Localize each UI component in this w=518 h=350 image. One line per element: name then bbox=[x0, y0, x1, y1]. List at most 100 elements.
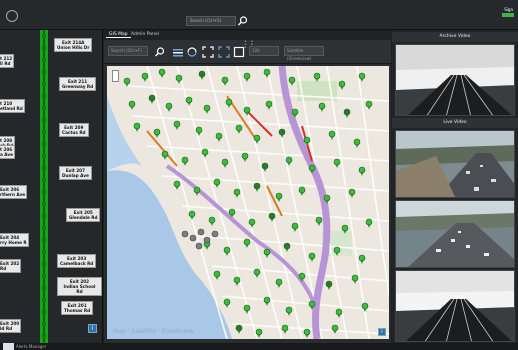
sensor-node[interactable] bbox=[42, 82, 46, 86]
sensor-pin[interactable] bbox=[233, 188, 241, 198]
info-button[interactable]: i bbox=[88, 324, 97, 333]
sensor-pin[interactable] bbox=[328, 130, 336, 140]
camera-pin[interactable] bbox=[203, 236, 211, 244]
sensor-pin[interactable] bbox=[303, 328, 311, 338]
exit-label[interactable]: Exit 206 rthern Ave bbox=[0, 185, 28, 199]
exit-label[interactable]: Exit 200 ld Rd bbox=[0, 319, 22, 333]
sensor-pin[interactable] bbox=[275, 278, 283, 288]
sensor-pin[interactable] bbox=[173, 120, 181, 130]
layer-select[interactable]: Satellite (Streetview) bbox=[284, 46, 324, 61]
sensor-pin[interactable] bbox=[221, 158, 229, 168]
sensor-node[interactable] bbox=[42, 34, 46, 38]
sensor-pin[interactable] bbox=[233, 276, 241, 286]
refresh-icon[interactable] bbox=[186, 46, 198, 58]
sensor-pin[interactable] bbox=[203, 104, 211, 114]
camera-pin[interactable] bbox=[181, 230, 189, 238]
sensor-pin[interactable] bbox=[335, 308, 343, 318]
sensor-pin[interactable] bbox=[331, 324, 339, 334]
sensor-pin[interactable] bbox=[265, 100, 273, 110]
sensor-pin[interactable] bbox=[263, 248, 271, 258]
sensor-pin[interactable] bbox=[235, 124, 243, 134]
exit-label[interactable]: Exit 214A Union Hills Dr bbox=[54, 38, 93, 52]
exit-label[interactable]: t 212 ll Rd bbox=[0, 54, 15, 68]
gis-map[interactable]: Map · Satellite · Streetview i bbox=[107, 66, 389, 339]
zoom-input[interactable]: 100 bbox=[249, 46, 279, 56]
app-menu-icon[interactable] bbox=[6, 10, 18, 22]
exit-label[interactable]: Exit 205 Glendale Rd bbox=[66, 208, 101, 222]
sensor-pin[interactable] bbox=[185, 96, 193, 106]
camera-pin[interactable] bbox=[211, 230, 219, 238]
sensor-pin[interactable] bbox=[223, 246, 231, 256]
sensor-node[interactable] bbox=[42, 46, 46, 50]
sensor-node[interactable] bbox=[42, 166, 46, 170]
sensor-pin[interactable] bbox=[338, 80, 346, 90]
sensor-pin[interactable] bbox=[208, 216, 216, 226]
map-info-button[interactable]: i bbox=[378, 328, 386, 336]
sensor-node[interactable] bbox=[42, 190, 46, 194]
sensor-pin[interactable] bbox=[275, 192, 283, 202]
sensor-node[interactable] bbox=[42, 250, 46, 254]
exit-label[interactable]: t 206 a Ave bbox=[0, 145, 15, 159]
camera-pin[interactable] bbox=[189, 234, 197, 242]
sensor-pin[interactable] bbox=[128, 100, 136, 110]
exit-label[interactable]: t 210 etland Rd bbox=[0, 99, 25, 113]
live-video-feed-2[interactable] bbox=[395, 200, 515, 268]
sensor-pin[interactable] bbox=[153, 128, 161, 138]
live-video-feed-1[interactable] bbox=[395, 130, 515, 198]
sensor-pin[interactable] bbox=[353, 138, 361, 148]
sensor-pin[interactable] bbox=[158, 68, 166, 78]
zoom-fit-icon[interactable] bbox=[233, 46, 245, 58]
sensor-pin[interactable] bbox=[133, 122, 141, 132]
sensor-node[interactable] bbox=[42, 274, 46, 278]
sensor-pin[interactable] bbox=[318, 102, 326, 112]
exit-label[interactable]: Exit 201 Thomas Rd bbox=[61, 301, 94, 315]
sensor-node[interactable] bbox=[42, 178, 46, 182]
exit-label[interactable]: Exit 211 Greenway Rd bbox=[59, 77, 97, 91]
sensor-pin[interactable] bbox=[308, 252, 316, 262]
sensor-pin[interactable] bbox=[225, 98, 233, 108]
sensor-node[interactable] bbox=[42, 106, 46, 110]
live-video-feed-3[interactable] bbox=[395, 270, 515, 342]
sensor-node[interactable] bbox=[42, 118, 46, 122]
sensor-pin[interactable] bbox=[221, 76, 229, 86]
sensor-pin[interactable] bbox=[173, 180, 181, 190]
sensor-pin[interactable] bbox=[161, 150, 169, 160]
sensor-pin[interactable] bbox=[325, 280, 333, 290]
sensor-pin[interactable] bbox=[263, 296, 271, 306]
sensor-pin[interactable] bbox=[358, 166, 366, 176]
sensor-node[interactable] bbox=[42, 130, 46, 134]
sensor-pin[interactable] bbox=[315, 216, 323, 226]
sensor-pin[interactable] bbox=[261, 162, 269, 172]
sensor-pin[interactable] bbox=[215, 132, 223, 142]
sensor-node[interactable] bbox=[42, 70, 46, 74]
sensor-pin[interactable] bbox=[333, 158, 341, 168]
camera-pin[interactable] bbox=[197, 228, 205, 236]
search-icon[interactable] bbox=[154, 46, 166, 58]
exit-label[interactable]: Exit 203 Camelback Rd bbox=[57, 254, 97, 268]
sensor-pin[interactable] bbox=[291, 222, 299, 232]
expand-icon[interactable] bbox=[218, 46, 230, 58]
exit-label[interactable]: Exit 209 Cactus Rd bbox=[59, 123, 89, 137]
sensor-node[interactable] bbox=[42, 154, 46, 158]
sensor-node[interactable] bbox=[42, 142, 46, 146]
sensor-pin[interactable] bbox=[188, 210, 196, 220]
sensor-pin[interactable] bbox=[253, 182, 261, 192]
sensor-pin[interactable] bbox=[285, 306, 293, 316]
sensor-node[interactable] bbox=[42, 334, 46, 338]
exit-label[interactable]: Exit 202 Indian School Rd bbox=[57, 277, 102, 296]
sensor-node[interactable] bbox=[42, 286, 46, 290]
camera-pin[interactable] bbox=[195, 242, 203, 250]
sensor-pin[interactable] bbox=[165, 102, 173, 112]
sensor-node[interactable] bbox=[42, 214, 46, 218]
search-icon[interactable] bbox=[237, 15, 249, 27]
sensor-pin[interactable] bbox=[198, 70, 206, 80]
map-canvas[interactable] bbox=[107, 66, 389, 339]
sensor-pin[interactable] bbox=[278, 128, 286, 138]
sensor-pin[interactable] bbox=[213, 178, 221, 188]
sensor-pin[interactable] bbox=[298, 186, 306, 196]
sensor-pin[interactable] bbox=[213, 270, 221, 280]
sensor-node[interactable] bbox=[42, 58, 46, 62]
fullscreen-icon[interactable] bbox=[202, 46, 214, 58]
sensor-pin[interactable] bbox=[358, 254, 366, 264]
sensor-pin[interactable] bbox=[343, 108, 351, 118]
